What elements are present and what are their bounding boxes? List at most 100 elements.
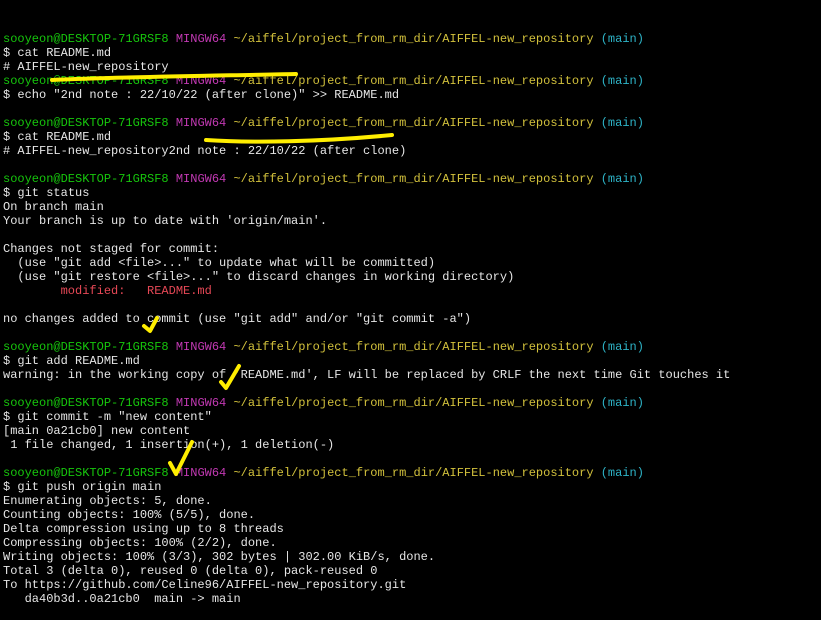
output-text: warning: in the working copy of 'README.… — [3, 368, 731, 382]
output-line: Writing objects: 100% (3/3), 302 bytes |… — [3, 550, 821, 564]
prompt-shell: MINGW64 — [175, 116, 227, 130]
output-line: On branch main — [3, 200, 821, 214]
command-text: git status — [17, 186, 90, 200]
terminal-window[interactable]: sooyeon@DESKTOP-71GRSF8 MINGW64 ~/aiffel… — [0, 0, 821, 606]
prompt-symbol: $ — [3, 480, 18, 494]
prompt-shell: MINGW64 — [175, 396, 227, 410]
output-line: Enumerating objects: 5, done. — [3, 494, 821, 508]
command-line: $ git add README.md — [3, 354, 821, 368]
prompt-branch: (main) — [600, 340, 644, 354]
prompt-symbol: $ — [3, 88, 18, 102]
prompt-symbol: $ — [3, 130, 18, 144]
prompt-symbol: $ — [3, 186, 18, 200]
prompt-path: ~/aiffel/project_from_rm_dir/AIFFEL-new_… — [233, 340, 594, 354]
output-text: Counting objects: 100% (5/5), done. — [3, 508, 256, 522]
output-text: (use "git restore <file>..." to discard … — [3, 270, 515, 284]
modified-file-text: modified: README.md — [3, 284, 212, 298]
output-line: To https://github.com/Celine96/AIFFEL-ne… — [3, 578, 821, 592]
prompt-branch: (main) — [600, 172, 644, 186]
prompt-path: ~/aiffel/project_from_rm_dir/AIFFEL-new_… — [233, 172, 594, 186]
output-text: da40b3d..0a21cb0 main -> main — [3, 592, 241, 606]
prompt-branch: (main) — [600, 396, 644, 410]
output-line: no changes added to commit (use "git add… — [3, 312, 821, 326]
output-line: warning: in the working copy of 'README.… — [3, 368, 821, 382]
command-line: $ git push origin main — [3, 480, 821, 494]
command-line: $ cat README.md — [3, 130, 821, 144]
prompt-path: ~/aiffel/project_from_rm_dir/AIFFEL-new_… — [233, 32, 594, 46]
prompt-user-host: sooyeon@DESKTOP-71GRSF8 — [3, 396, 169, 410]
output-line: Counting objects: 100% (5/5), done. — [3, 508, 821, 522]
command-line: $ cat README.md — [3, 46, 821, 60]
output-text: To https://github.com/Celine96/AIFFEL-ne… — [3, 578, 407, 592]
prompt-user-host: sooyeon@DESKTOP-71GRSF8 — [3, 32, 169, 46]
output-line: da40b3d..0a21cb0 main -> main — [3, 592, 821, 606]
prompt-user-host: sooyeon@DESKTOP-71GRSF8 — [3, 466, 169, 480]
output-text: Enumerating objects: 5, done. — [3, 494, 212, 508]
command-text: git commit -m "new content" — [17, 410, 212, 424]
command-text: cat README.md — [17, 130, 112, 144]
prompt-line: sooyeon@DESKTOP-71GRSF8 MINGW64 ~/aiffel… — [3, 74, 821, 88]
command-line: $ git commit -m "new content" — [3, 410, 821, 424]
output-text: On branch main — [3, 200, 104, 214]
output-text: # AIFFEL-new_repository2nd note : 22/10/… — [3, 144, 407, 158]
prompt-path: ~/aiffel/project_from_rm_dir/AIFFEL-new_… — [233, 466, 594, 480]
output-text: # AIFFEL-new_repository — [3, 60, 169, 74]
prompt-user-host: sooyeon@DESKTOP-71GRSF8 — [3, 74, 169, 88]
modified-file-line: modified: README.md — [3, 284, 821, 298]
output-line: # AIFFEL-new_repository — [3, 60, 821, 74]
output-line: Your branch is up to date with 'origin/m… — [3, 214, 821, 228]
prompt-line: sooyeon@DESKTOP-71GRSF8 MINGW64 ~/aiffel… — [3, 396, 821, 410]
output-text: no changes added to commit (use "git add… — [3, 312, 472, 326]
prompt-branch: (main) — [600, 466, 644, 480]
prompt-line: sooyeon@DESKTOP-71GRSF8 MINGW64 ~/aiffel… — [3, 116, 821, 130]
prompt-path: ~/aiffel/project_from_rm_dir/AIFFEL-new_… — [233, 74, 594, 88]
prompt-shell: MINGW64 — [175, 74, 227, 88]
prompt-user-host: sooyeon@DESKTOP-71GRSF8 — [3, 172, 169, 186]
prompt-shell: MINGW64 — [175, 466, 227, 480]
prompt-branch: (main) — [600, 32, 644, 46]
output-text: Total 3 (delta 0), reused 0 (delta 0), p… — [3, 564, 378, 578]
output-line: (use "git add <file>..." to update what … — [3, 256, 821, 270]
output-text: Your branch is up to date with 'origin/m… — [3, 214, 328, 228]
prompt-shell: MINGW64 — [175, 340, 227, 354]
command-line: $ echo "2nd note : 22/10/22 (after clone… — [3, 88, 821, 102]
output-text: Changes not staged for commit: — [3, 242, 220, 256]
output-line: # AIFFEL-new_repository2nd note : 22/10/… — [3, 144, 821, 158]
command-text: git push origin main — [17, 480, 162, 494]
prompt-shell: MINGW64 — [175, 32, 227, 46]
output-line: 1 file changed, 1 insertion(+), 1 deleti… — [3, 438, 821, 452]
command-text: git add README.md — [17, 354, 140, 368]
output-line: Total 3 (delta 0), reused 0 (delta 0), p… — [3, 564, 821, 578]
prompt-path: ~/aiffel/project_from_rm_dir/AIFFEL-new_… — [233, 116, 594, 130]
output-line: Compressing objects: 100% (2/2), done. — [3, 536, 821, 550]
command-text: echo "2nd note : 22/10/22 (after clone)"… — [17, 88, 400, 102]
prompt-branch: (main) — [600, 74, 644, 88]
prompt-line: sooyeon@DESKTOP-71GRSF8 MINGW64 ~/aiffel… — [3, 340, 821, 354]
prompt-branch: (main) — [600, 116, 644, 130]
prompt-user-host: sooyeon@DESKTOP-71GRSF8 — [3, 116, 169, 130]
output-text: 1 file changed, 1 insertion(+), 1 deleti… — [3, 438, 335, 452]
command-text: cat README.md — [17, 46, 112, 60]
output-text: Compressing objects: 100% (2/2), done. — [3, 536, 277, 550]
prompt-path: ~/aiffel/project_from_rm_dir/AIFFEL-new_… — [233, 396, 594, 410]
output-line: [main 0a21cb0] new content — [3, 424, 821, 438]
output-line: Changes not staged for commit: — [3, 242, 821, 256]
output-text: Writing objects: 100% (3/3), 302 bytes |… — [3, 550, 436, 564]
prompt-symbol: $ — [3, 46, 18, 60]
output-text: [main 0a21cb0] new content — [3, 424, 191, 438]
output-line: (use "git restore <file>..." to discard … — [3, 270, 821, 284]
prompt-line: sooyeon@DESKTOP-71GRSF8 MINGW64 ~/aiffel… — [3, 466, 821, 480]
prompt-symbol: $ — [3, 354, 18, 368]
prompt-symbol: $ — [3, 410, 18, 424]
prompt-user-host: sooyeon@DESKTOP-71GRSF8 — [3, 340, 169, 354]
output-line: Delta compression using up to 8 threads — [3, 522, 821, 536]
terminal-content: sooyeon@DESKTOP-71GRSF8 MINGW64 ~/aiffel… — [3, 32, 821, 606]
command-line: $ git status — [3, 186, 821, 200]
